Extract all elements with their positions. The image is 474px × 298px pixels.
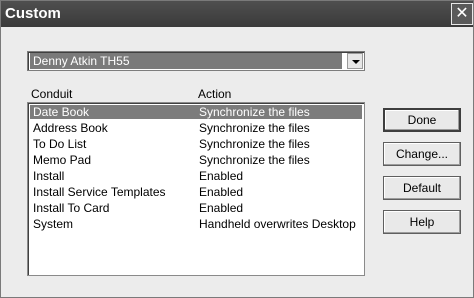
conduit-name: Date Book xyxy=(33,105,90,119)
conduit-list[interactable]: Date Book Synchronize the files Address … xyxy=(27,102,365,276)
window-title: Custom xyxy=(5,5,61,22)
conduit-name: Memo Pad xyxy=(33,153,92,167)
change-button[interactable]: Change... xyxy=(383,142,461,166)
conduit-action: Enabled xyxy=(199,169,244,183)
list-item[interactable]: Memo Pad Synchronize the files xyxy=(30,153,362,167)
conduit-action: Synchronize the files xyxy=(199,105,310,119)
device-select-value: Denny Atkin TH55 xyxy=(30,53,342,69)
custom-dialog: Custom ✕ Denny Atkin TH55 Conduit Action… xyxy=(0,0,474,298)
done-button[interactable]: Done xyxy=(383,108,461,132)
list-item[interactable]: Address Book Synchronize the files xyxy=(30,121,362,135)
default-button[interactable]: Default xyxy=(383,176,461,200)
conduit-name: Install Service Templates xyxy=(33,185,166,199)
close-button[interactable]: ✕ xyxy=(451,3,473,25)
conduit-action: Enabled xyxy=(199,185,244,199)
conduit-action: Handheld overwrites Desktop xyxy=(199,217,356,231)
close-icon: ✕ xyxy=(455,5,469,22)
conduit-name: Install xyxy=(33,169,65,183)
list-item[interactable]: Install Service Templates Enabled xyxy=(30,185,362,199)
help-button[interactable]: Help xyxy=(383,210,461,234)
chevron-down-icon[interactable] xyxy=(347,53,363,69)
title-bar[interactable]: Custom ✕ xyxy=(1,1,473,27)
conduit-name: System xyxy=(33,217,74,231)
column-header-action: Action xyxy=(198,87,232,101)
conduit-action: Enabled xyxy=(199,201,244,215)
device-select[interactable]: Denny Atkin TH55 xyxy=(27,51,365,71)
conduit-name: Install To Card xyxy=(33,201,110,215)
list-item[interactable]: System Handheld overwrites Desktop xyxy=(30,217,362,231)
list-item[interactable]: To Do List Synchronize the files xyxy=(30,137,362,151)
conduit-action: Synchronize the files xyxy=(199,121,310,135)
conduit-name: Address Book xyxy=(33,121,108,135)
conduit-name: To Do List xyxy=(33,137,87,151)
column-header-conduit: Conduit xyxy=(31,87,73,101)
list-item[interactable]: Install Enabled xyxy=(30,169,362,183)
conduit-action: Synchronize the files xyxy=(199,137,310,151)
conduit-action: Synchronize the files xyxy=(199,153,310,167)
list-item[interactable]: Install To Card Enabled xyxy=(30,201,362,215)
list-item[interactable]: Date Book Synchronize the files xyxy=(30,105,362,119)
